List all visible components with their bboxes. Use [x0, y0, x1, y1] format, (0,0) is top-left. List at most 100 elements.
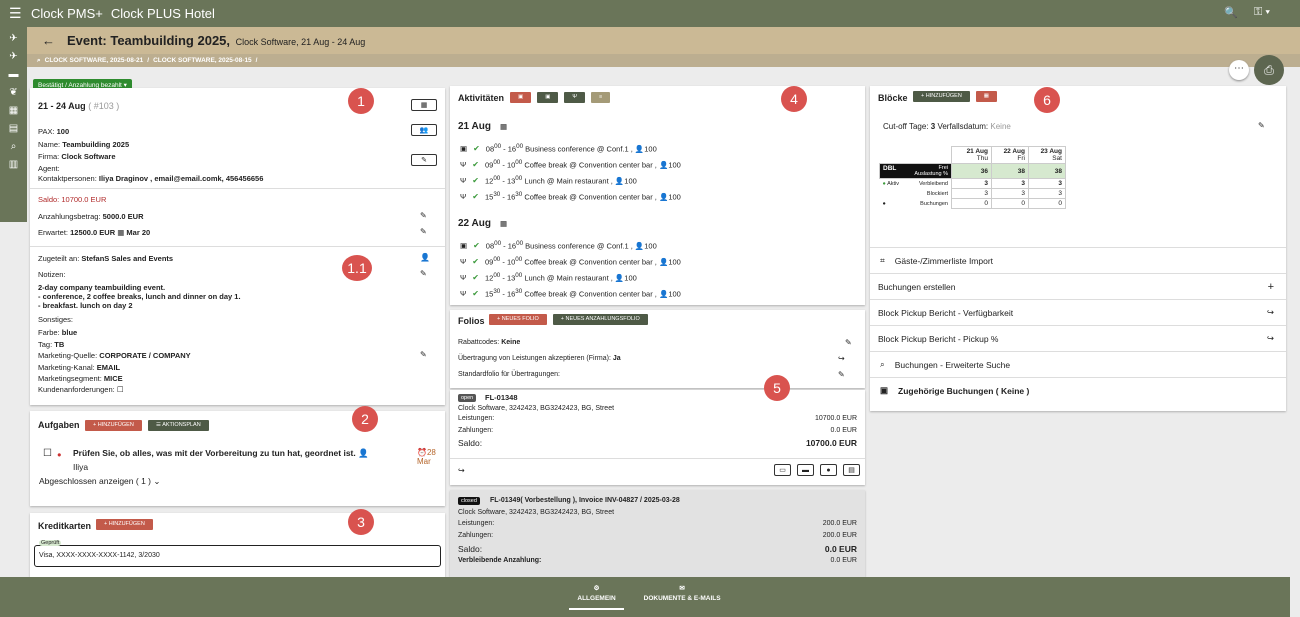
advanced-search-link[interactable]: ⌕ Buchungen - Erweiterte Suche — [870, 351, 1286, 377]
action-plan-button[interactable]: ☰ AKTIONSPLAN — [148, 420, 209, 431]
breadcrumb-item[interactable]: CLOCK SOFTWARE, 2025-08-15 — [153, 57, 252, 64]
add-activity-icon[interactable]: ▣ — [510, 92, 532, 103]
label: Rabattcodes: — [458, 339, 500, 346]
top-bar: ☰ Clock PMS+ Clock PLUS Hotel 🔍 ⚿ ▾ — [0, 0, 1300, 27]
create-bookings-link[interactable]: Buchungen erstellen + — [870, 273, 1286, 299]
tag-row: Tag: TB — [38, 340, 64, 349]
edit-icon[interactable]: ✎ — [420, 269, 427, 278]
occupancy-label: Auslastung % — [914, 171, 948, 177]
calendar-button[interactable]: ▦ — [411, 99, 437, 111]
expected-row: Erwartet: 12500.0 EUR ▦ Mar 20 — [38, 228, 151, 237]
money-icon[interactable]: ▭ — [774, 464, 791, 476]
edit-icon[interactable]: ✎ — [420, 211, 427, 220]
search-icon: ⌕ — [880, 359, 885, 369]
value: Clock Software — [61, 152, 116, 161]
close-folio-icon[interactable]: ● — [820, 464, 837, 476]
activity-item[interactable]: ▣ ✔ 0800 - 1600 Business conference @ Conf… — [460, 143, 657, 154]
notes-line: - conference, 2 coffee breaks, lunch and… — [38, 292, 241, 301]
add-task-button[interactable]: + HINZUFÜGEN — [85, 420, 142, 431]
restaurant-icon: Ψ — [460, 272, 467, 282]
title-subtitle: Clock Software, 21 Aug - 24 Aug — [235, 37, 366, 47]
share-icon[interactable]: ↪ — [458, 466, 465, 475]
pickup-availability-link[interactable]: Block Pickup Bericht - Verfügbarkeit ↪ — [870, 299, 1286, 325]
assign-icon[interactable]: 👤 — [358, 448, 369, 458]
edit-icon[interactable]: ✎ — [1258, 121, 1265, 130]
remaining-deposit-label: Verbleibende Anzahlung: — [458, 557, 542, 564]
card-item[interactable]: Geprüft Visa, XXXX-XXXX-XXXX-1142, 3/203… — [34, 540, 441, 567]
import-icon: ⌗ — [880, 255, 885, 265]
hotel-name[interactable]: Clock PLUS Hotel — [111, 6, 215, 21]
folio-address: Clock Software, 3242423, BG3242423, BG, … — [458, 405, 615, 412]
folio-state: closed — [458, 497, 480, 505]
book-icon[interactable]: ▥ — [9, 159, 18, 170]
menu-icon[interactable]: ☰ — [9, 5, 25, 22]
add-block-button[interactable]: + HINZUFÜGEN — [913, 91, 970, 102]
badge-1-1: 1.1 — [342, 255, 372, 281]
activity-item[interactable]: Ψ ✔ 1530 - 1630 Coffee break @ Convention … — [460, 191, 681, 202]
conference-icon[interactable]: ▣ — [537, 92, 559, 103]
calendar-icon[interactable]: ▦ — [500, 219, 507, 228]
activity-toolbar: ▣ ▣ Ψ ≡ — [510, 92, 611, 103]
edit-icon[interactable]: ✎ — [420, 350, 427, 359]
document-icon[interactable]: ▤ — [9, 123, 18, 134]
task-checkbox[interactable]: ☐ — [43, 448, 52, 459]
link-label: Block Pickup Bericht - Verfügbarkeit — [878, 307, 1014, 318]
new-folio-button[interactable]: + NEUES FOLIO — [489, 314, 547, 325]
search-icon[interactable]: ⌕ — [11, 141, 17, 152]
bed-icon[interactable]: ▬ — [9, 69, 19, 80]
card-icon[interactable]: ▬ — [797, 464, 814, 476]
activity-item[interactable]: Ψ ✔ 0900 - 1000 Coffee break @ Convention … — [460, 256, 681, 267]
edit-button[interactable]: ✎ — [411, 154, 437, 166]
calendar-icon[interactable]: ▦ — [500, 122, 507, 131]
person-icon[interactable]: 👤 — [420, 253, 430, 262]
activity-item[interactable]: Ψ ✔ 1200 - 1300 Lunch @ Main restaurant , … — [460, 175, 637, 186]
task-due: ⏰28 Mar — [417, 448, 436, 466]
check-icon: ✔ — [472, 256, 479, 266]
new-deposit-folio-button[interactable]: + NEUES ANZAHLUNGSFOLIO — [552, 314, 648, 325]
tab-documents[interactable]: ✉ DOKUMENTE & E-MAILS — [644, 584, 721, 610]
edit-icon[interactable]: ✎ — [838, 370, 845, 379]
edit-icon[interactable]: ✎ — [420, 227, 427, 236]
restaurant-icon: Ψ — [460, 159, 467, 169]
activity-item[interactable]: Ψ ✔ 1200 - 1300 Lunch @ Main restaurant , … — [460, 272, 637, 283]
cards-title: Kreditkarten — [38, 521, 92, 531]
arrival-icon[interactable]: ✈ — [9, 33, 17, 44]
restaurant-icon[interactable]: Ψ — [564, 92, 586, 103]
import-link[interactable]: ⌗ Gäste-/Zimmerliste Import — [870, 247, 1286, 273]
related-bookings-link[interactable]: ▣ Zugehörige Buchungen ( Keine ) — [870, 377, 1286, 403]
folio-balance-label: Saldo: — [458, 438, 483, 448]
print-icon[interactable]: ⎙ — [1254, 55, 1284, 85]
invoice-icon[interactable]: ▤ — [843, 464, 860, 476]
add-card-button[interactable]: + HINZUFÜGEN — [96, 519, 153, 530]
calendar-icon[interactable]: ▦ — [9, 105, 18, 116]
task-text[interactable]: Prüfen Sie, ob alles, was mit der Vorber… — [73, 448, 369, 459]
forward-icon[interactable]: ↪ — [838, 354, 845, 363]
group-button[interactable]: 👥 — [411, 124, 437, 136]
tab-general[interactable]: ⚙ ALLGEMEIN — [569, 584, 624, 610]
show-completed[interactable]: Abgeschlossen anzeigen ( 1 ) ⌄ — [39, 476, 160, 487]
value: Ja — [612, 355, 621, 362]
leaf-icon[interactable]: ❦ — [9, 87, 17, 98]
checkbox-icon[interactable]: ☐ — [117, 385, 124, 394]
restaurant-icon: Ψ — [460, 191, 467, 201]
standard-folio-row: Standardfolio für Übertragungen: — [458, 371, 560, 378]
back-arrow-icon[interactable]: ← — [42, 33, 55, 48]
tasks-title: Aufgaben — [38, 420, 80, 430]
list-icon[interactable]: ≡ — [591, 92, 611, 103]
activity-time: 0900 - 1000 Coffee break @ Convention ce… — [484, 159, 681, 170]
mail-icon: ✉ — [679, 585, 685, 592]
more-icon[interactable]: ⋯ — [1229, 60, 1249, 80]
activity-item[interactable]: Ψ ✔ 1530 - 1630 Coffee break @ Convention … — [460, 288, 681, 299]
key-icon[interactable]: ⚿ ▾ — [1254, 6, 1270, 19]
activity-item[interactable]: ▣ ✔ 0800 - 1600 Business conference @ Conf… — [460, 240, 657, 251]
activity-item[interactable]: Ψ ✔ 0900 - 1000 Coffee break @ Convention … — [460, 159, 681, 170]
pickup-percent-link[interactable]: Block Pickup Bericht - Pickup % ↪ — [870, 325, 1286, 351]
blocks-card: Blöcke + HINZUFÜGEN ▦ Cut-off Tage: 3 Ve… — [870, 86, 1286, 411]
folio-closed[interactable]: closed FL-01349( Vorbestellung ), Invoic… — [450, 490, 865, 577]
departure-icon[interactable]: ✈ — [9, 51, 17, 62]
search-icon[interactable]: 🔍 — [1224, 6, 1238, 19]
calendar-icon[interactable]: ▦ — [975, 91, 997, 102]
folio-open[interactable]: open FL-01348 Clock Software, 3242423, B… — [450, 390, 865, 485]
breadcrumb-item[interactable]: CLOCK SOFTWARE, 2025-08-21 — [45, 57, 144, 64]
edit-icon[interactable]: ✎ — [845, 338, 852, 347]
